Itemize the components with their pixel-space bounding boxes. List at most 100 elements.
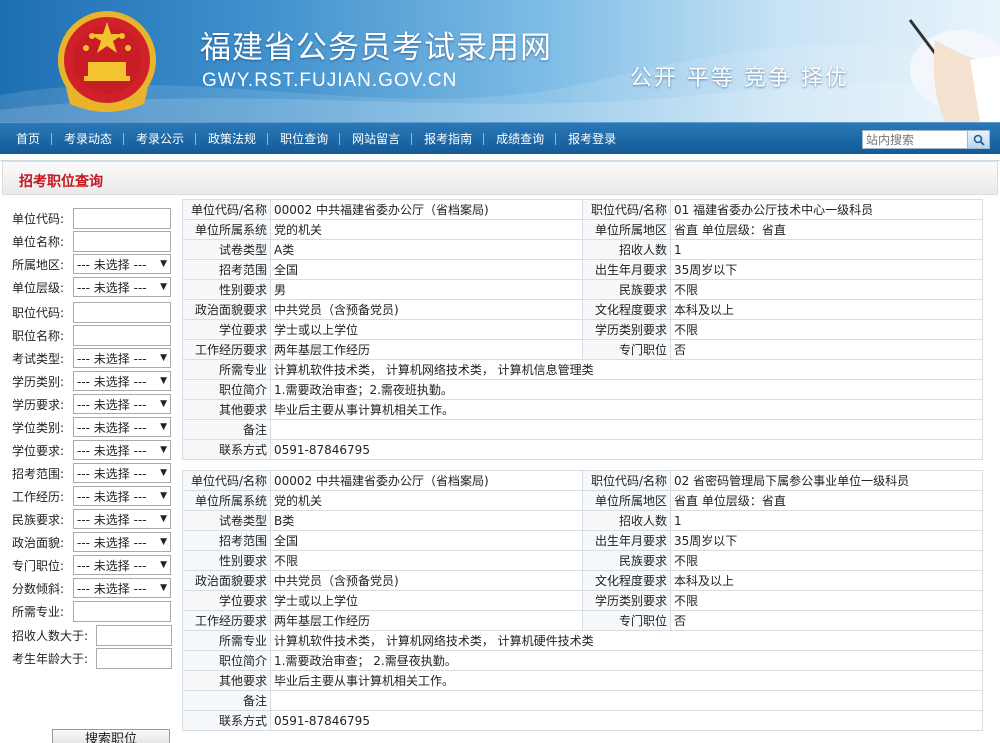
form-label: 职位名称:: [12, 328, 65, 343]
job-table: 单位代码/名称 00002 中共福建省委办公厅（省档案局) 职位代码/名称 01 福建…: [182, 199, 983, 460]
form-select[interactable]: --- 未选择 --- ▼: [73, 463, 171, 483]
nav-item-4[interactable]: 职位查询: [268, 123, 341, 155]
job-table: 单位代码/名称 00002 中共福建省委办公厅（省档案局) 职位代码/名称 02 省密…: [182, 470, 983, 731]
form-text-input[interactable]: [96, 647, 172, 669]
form-row: 职位名称:: [0, 324, 171, 346]
search-jobs-button[interactable]: 搜索职位: [52, 729, 170, 743]
field-label: 学历类别要求: [582, 319, 671, 340]
table-row: 其他要求 毕业后主要从事计算机相关工作。: [182, 399, 983, 420]
field-value: 02 省密码管理局下属参公事业单位一级科员: [670, 470, 983, 491]
field-label: 职位简介: [182, 379, 271, 400]
field-label: 出生年月要求: [582, 259, 671, 280]
form-text-input[interactable]: [73, 600, 171, 622]
form-label: 政治面貌:: [12, 535, 65, 550]
form-select[interactable]: --- 未选择 --- ▼: [73, 486, 171, 506]
form-text-input[interactable]: [73, 324, 171, 346]
form-row: 考试类型: --- 未选择 --- ▼: [0, 347, 171, 369]
field-label: 招收人数: [582, 510, 671, 531]
field-value: 0591-87846795: [270, 710, 983, 731]
table-row: 单位所属系统 党的机关 单位所属地区 省直 单位层级：省直: [182, 490, 983, 511]
main-nav: 首页 考录动态 考录公示 政策法规 职位查询 网站留言 报考指南 成绩查询 报考登录: [0, 122, 1000, 154]
field-value: 35周岁以下: [670, 259, 983, 280]
form-label: 所需专业:: [12, 604, 65, 619]
search-button[interactable]: [968, 130, 990, 149]
field-value: 计算机软件技术类， 计算机网络技术类， 计算机硬件技术类: [270, 630, 983, 651]
form-label: 专门职位:: [12, 558, 65, 573]
field-value: 两年基层工作经历: [270, 339, 583, 360]
form-select[interactable]: --- 未选择 --- ▼: [73, 277, 171, 297]
chevron-down-icon: ▼: [160, 514, 167, 524]
form-text-input[interactable]: [96, 624, 172, 646]
table-row: 性别要求 不限 民族要求 不限: [182, 550, 983, 571]
form-select[interactable]: --- 未选择 --- ▼: [73, 555, 171, 575]
field-value: 本科及以上: [670, 299, 983, 320]
select-value: --- 未选择 ---: [77, 581, 147, 596]
form-row: 学历类别: --- 未选择 --- ▼: [0, 370, 171, 392]
field-label: 职位代码/名称: [582, 470, 671, 491]
form-row: 考生年龄大于:: [0, 647, 172, 669]
table-row: 单位所属系统 党的机关 单位所属地区 省直 单位层级：省直: [182, 219, 983, 240]
form-select[interactable]: --- 未选择 --- ▼: [73, 371, 171, 391]
nav-item-1[interactable]: 考录动态: [52, 123, 125, 155]
form-select[interactable]: --- 未选择 --- ▼: [73, 254, 171, 274]
select-value: --- 未选择 ---: [77, 280, 147, 295]
form-select[interactable]: --- 未选择 --- ▼: [73, 417, 171, 437]
form-select[interactable]: --- 未选择 --- ▼: [73, 394, 171, 414]
table-row: 招考范围 全国 出生年月要求 35周岁以下: [182, 530, 983, 551]
field-value: 学士或以上学位: [270, 590, 583, 611]
nav-item-7[interactable]: 成绩查询: [484, 123, 557, 155]
select-value: --- 未选择 ---: [77, 257, 147, 272]
select-value: --- 未选择 ---: [77, 558, 147, 573]
site-search: [862, 130, 990, 149]
field-value: 1: [670, 239, 983, 260]
search-input[interactable]: [862, 130, 968, 149]
field-value: 否: [670, 339, 983, 360]
nav-item-5[interactable]: 网站留言: [340, 123, 413, 155]
field-value: 两年基层工作经历: [270, 610, 583, 631]
nav-item-0[interactable]: 首页: [0, 123, 53, 155]
form-select[interactable]: --- 未选择 --- ▼: [73, 532, 171, 552]
form-row: 学位类别: --- 未选择 --- ▼: [0, 416, 171, 438]
form-row: 所需专业:: [0, 600, 171, 622]
form-select[interactable]: --- 未选择 --- ▼: [73, 578, 171, 598]
chevron-down-icon: ▼: [160, 353, 167, 363]
form-select[interactable]: --- 未选择 --- ▼: [73, 440, 171, 460]
field-label: 工作经历要求: [182, 339, 271, 360]
form-select[interactable]: --- 未选择 --- ▼: [73, 509, 171, 529]
form-text-input[interactable]: [73, 301, 171, 323]
chevron-down-icon: ▼: [160, 376, 167, 386]
field-label: 联系方式: [182, 439, 271, 460]
field-value: 1: [670, 510, 983, 531]
nav-item-6[interactable]: 报考指南: [412, 123, 485, 155]
chevron-down-icon: ▼: [160, 422, 167, 432]
chevron-down-icon: ▼: [160, 583, 167, 593]
field-value: 1.需要政治审查；2.需夜班执勤。: [270, 379, 983, 400]
table-row: 性别要求男民族要求 不限: [182, 279, 983, 300]
chevron-down-icon: ▼: [160, 537, 167, 547]
field-value: 中共党员（含预备党员): [270, 299, 583, 320]
select-value: --- 未选择 ---: [77, 351, 147, 366]
table-row: 其他要求 毕业后主要从事计算机相关工作。: [182, 670, 983, 691]
field-label: 出生年月要求: [582, 530, 671, 551]
hand-writing-icon: [908, 19, 1000, 122]
form-text-input[interactable]: [73, 230, 171, 252]
nav-item-2[interactable]: 考录公示: [124, 123, 197, 155]
form-text-input[interactable]: [73, 207, 171, 229]
field-label: 性别要求: [182, 550, 271, 571]
nav-item-3[interactable]: 政策法规: [196, 123, 269, 155]
table-row: 学位要求 学士或以上学位 学历类别要求 不限: [182, 590, 983, 611]
field-value: 毕业后主要从事计算机相关工作。: [270, 399, 983, 420]
field-value: 计算机软件技术类， 计算机网络技术类， 计算机信息管理类: [270, 359, 983, 380]
select-value: --- 未选择 ---: [77, 443, 147, 458]
field-label: 性别要求: [182, 279, 271, 300]
field-value: 男: [270, 279, 583, 300]
form-label: 考试类型:: [12, 351, 65, 366]
form-row: 民族要求: --- 未选择 --- ▼: [0, 508, 171, 530]
table-row: 联系方式 0591-87846795: [182, 710, 983, 731]
field-label: 民族要求: [582, 550, 671, 571]
table-row: 备注: [182, 419, 983, 440]
field-value: 0591-87846795: [270, 439, 983, 460]
nav-item-8[interactable]: 报考登录: [556, 123, 628, 155]
form-label: 民族要求:: [12, 512, 65, 527]
form-select[interactable]: --- 未选择 --- ▼: [73, 348, 171, 368]
